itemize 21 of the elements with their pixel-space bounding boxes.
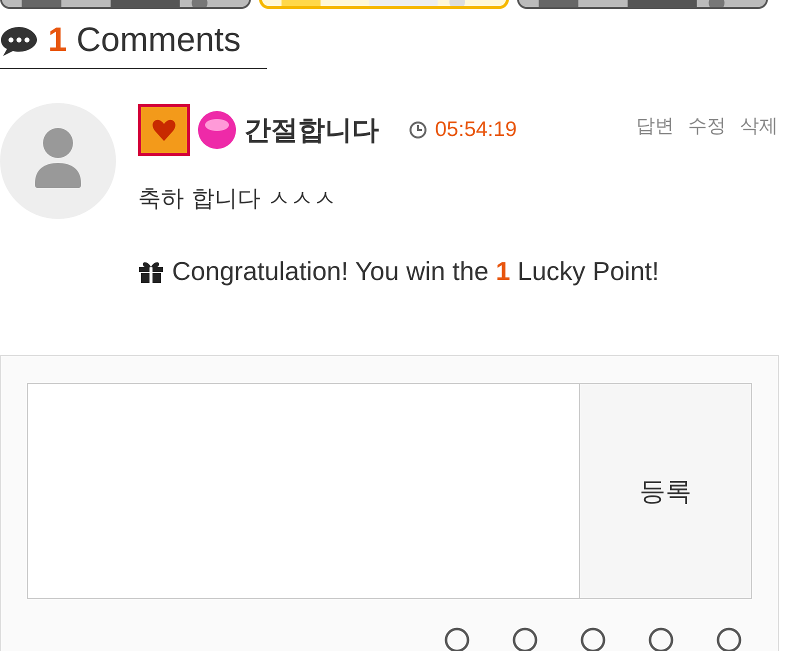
- comment-action-link[interactable]: 삭제: [740, 113, 778, 139]
- chat-icon: [0, 24, 38, 56]
- toolbar-icon[interactable]: [716, 627, 742, 651]
- author-name: 간절합니다: [244, 114, 379, 148]
- toolbar-icon[interactable]: [512, 627, 538, 651]
- level-badge-icon: [138, 104, 190, 156]
- comment-text: 축하 합니다 ㅅㅅㅅ: [138, 185, 338, 214]
- clock-icon: [409, 121, 427, 139]
- reward-message: Congratulation! You win the 1 Lucky Point!: [172, 256, 660, 287]
- comment-time: 05:54:19: [435, 118, 517, 142]
- avatar-icon: [0, 103, 116, 219]
- comments-count-heading: 1 Comments: [48, 21, 241, 60]
- comment-action-link[interactable]: 답변: [636, 113, 674, 139]
- gift-icon: [138, 260, 164, 282]
- toolbar-icon[interactable]: [580, 627, 606, 651]
- submit-button[interactable]: 등록: [580, 383, 752, 599]
- toolbar-icon[interactable]: [444, 627, 470, 651]
- toolbar-icon[interactable]: [648, 627, 674, 651]
- comment-action-link[interactable]: 수정: [688, 113, 726, 139]
- ball-icon: [198, 111, 236, 149]
- comment-input[interactable]: [27, 383, 580, 599]
